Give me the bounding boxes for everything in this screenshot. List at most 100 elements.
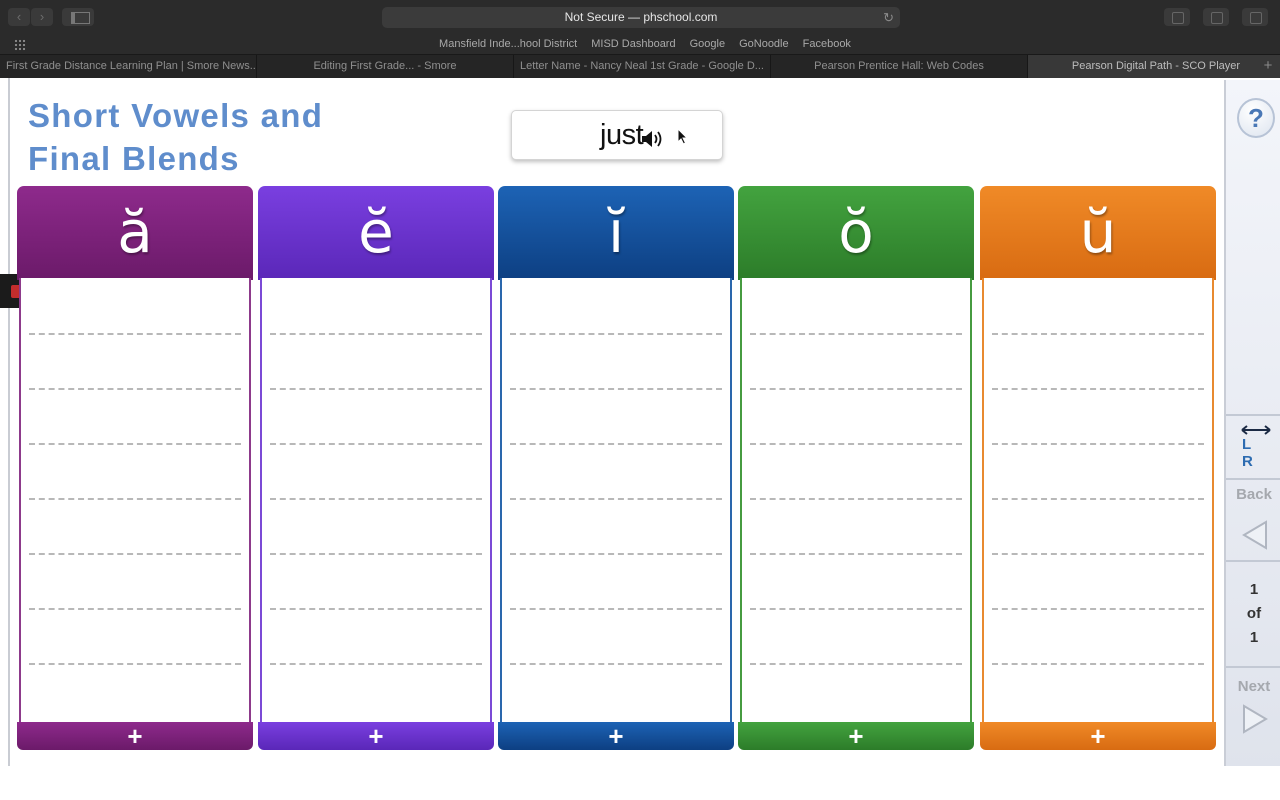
column-header: ŏ [738, 186, 974, 280]
tab-smore-plan[interactable]: First Grade Distance Learning Plan | Smo… [0, 55, 257, 78]
panel-divider [1226, 560, 1280, 562]
writing-line [270, 333, 482, 335]
plus-icon: + [127, 721, 143, 751]
writing-line [992, 608, 1204, 610]
downloads-icon[interactable] [1164, 8, 1190, 26]
speaker-icon[interactable] [641, 130, 665, 148]
tabs-overview-icon[interactable] [1242, 8, 1268, 26]
bookmark-facebook[interactable]: Facebook [803, 34, 851, 55]
panel-divider [1226, 414, 1280, 416]
writing-line [29, 498, 241, 500]
add-word-button[interactable]: + [17, 722, 253, 750]
reload-icon[interactable]: ↻ [883, 10, 894, 25]
tab-sco-player[interactable]: Pearson Digital Path - SCO Player [1028, 55, 1280, 78]
bookmarks-bar: Mansfield Inde...hool District MISD Dash… [0, 34, 1280, 55]
plus-icon: + [608, 721, 624, 751]
writing-line [992, 443, 1204, 445]
writing-line [510, 608, 722, 610]
column-header: ŭ [980, 186, 1216, 280]
writing-line [750, 333, 962, 335]
back-label[interactable]: Back [1226, 486, 1280, 503]
writing-line [510, 498, 722, 500]
writing-line [270, 553, 482, 555]
writing-line [29, 553, 241, 555]
share-icon[interactable] [1203, 8, 1229, 26]
writing-line [29, 443, 241, 445]
drop-zone[interactable] [19, 278, 251, 724]
writing-line [992, 388, 1204, 390]
writing-line [510, 388, 722, 390]
mouse-cursor-icon [677, 128, 689, 145]
writing-line [750, 663, 962, 665]
panel-divider [1226, 666, 1280, 668]
word-text[interactable]: just [600, 118, 644, 152]
vowel-label: ŭ [1079, 198, 1117, 266]
vowel-column-o: ŏ + [738, 186, 974, 750]
navigation-panel: ? L R Back 1 of 1 Next [1224, 80, 1280, 770]
plus-icon: + [848, 721, 864, 751]
page-counter: 1 of 1 [1226, 578, 1280, 650]
word-card[interactable]: just [511, 110, 723, 160]
page-total: 1 [1249, 629, 1259, 646]
bookmark-misd-dashboard[interactable]: MISD Dashboard [591, 34, 675, 55]
writing-line [992, 663, 1204, 665]
writing-line [29, 608, 241, 610]
vowel-column-u: ŭ + [980, 186, 1216, 750]
add-word-button[interactable]: + [980, 722, 1216, 750]
left-right-arrow-icon [1241, 425, 1271, 435]
sidebar-toggle-icon[interactable] [62, 8, 94, 26]
plus-icon: + [368, 721, 384, 751]
panel-divider [1226, 478, 1280, 480]
bookmark-list: Mansfield Inde...hool District MISD Dash… [0, 34, 1280, 55]
back-arrow-icon[interactable] [1242, 520, 1268, 550]
writing-line [992, 333, 1204, 335]
writing-line [270, 663, 482, 665]
add-word-button[interactable]: + [498, 722, 734, 750]
drop-zone[interactable] [982, 278, 1214, 724]
writing-line [29, 388, 241, 390]
writing-line [750, 388, 962, 390]
title-line-2: Final Blends [28, 140, 240, 177]
writing-line [750, 608, 962, 610]
tab-google-doc[interactable]: Letter Name - Nancy Neal 1st Grade - Goo… [514, 55, 771, 78]
bookmark-gonoodle[interactable]: GoNoodle [739, 34, 789, 55]
add-word-button[interactable]: + [258, 722, 494, 750]
page-of: of [1246, 605, 1262, 622]
vowel-label: ĕ [358, 198, 394, 266]
url-text: Not Secure — phschool.com [564, 10, 718, 24]
drop-zone[interactable] [500, 278, 732, 724]
writing-line [510, 663, 722, 665]
activity-title: Short Vowels and Final Blends [28, 94, 468, 180]
tab-web-codes[interactable]: Pearson Prentice Hall: Web Codes [771, 55, 1028, 78]
left-right-toggle[interactable]: L R [1242, 436, 1280, 470]
help-button[interactable]: ? [1237, 98, 1275, 138]
bookmark-mansfield[interactable]: Mansfield Inde...hool District [439, 34, 577, 55]
page-bottom [0, 766, 1280, 800]
vowel-label: ă [117, 198, 153, 266]
activity-page: Short Vowels and Final Blends just ă + ĕ… [0, 78, 1280, 800]
title-line-1: Short Vowels and [28, 97, 324, 134]
writing-line [510, 333, 722, 335]
writing-line [270, 388, 482, 390]
writing-line [750, 498, 962, 500]
tab-smore-editing[interactable]: Editing First Grade... - Smore [257, 55, 514, 78]
browser-toolbar: ‹ › Not Secure — phschool.com ↻ [0, 0, 1280, 34]
forward-nav-icon[interactable]: › [31, 8, 53, 26]
new-tab-icon[interactable]: + [1256, 55, 1280, 78]
drop-zone[interactable] [260, 278, 492, 724]
column-header: ĕ [258, 186, 494, 280]
address-bar[interactable]: Not Secure — phschool.com ↻ [382, 7, 900, 28]
vowel-label: ĭ [607, 198, 625, 266]
add-word-button[interactable]: + [738, 722, 974, 750]
writing-line [270, 498, 482, 500]
writing-line [750, 443, 962, 445]
writing-line [270, 608, 482, 610]
writing-line [992, 498, 1204, 500]
back-nav-icon[interactable]: ‹ [8, 8, 30, 26]
next-arrow-icon[interactable] [1242, 704, 1268, 734]
drop-zone[interactable] [740, 278, 972, 724]
bookmark-google[interactable]: Google [690, 34, 725, 55]
next-label[interactable]: Next [1226, 678, 1280, 695]
column-header: ĭ [498, 186, 734, 280]
writing-line [29, 333, 241, 335]
